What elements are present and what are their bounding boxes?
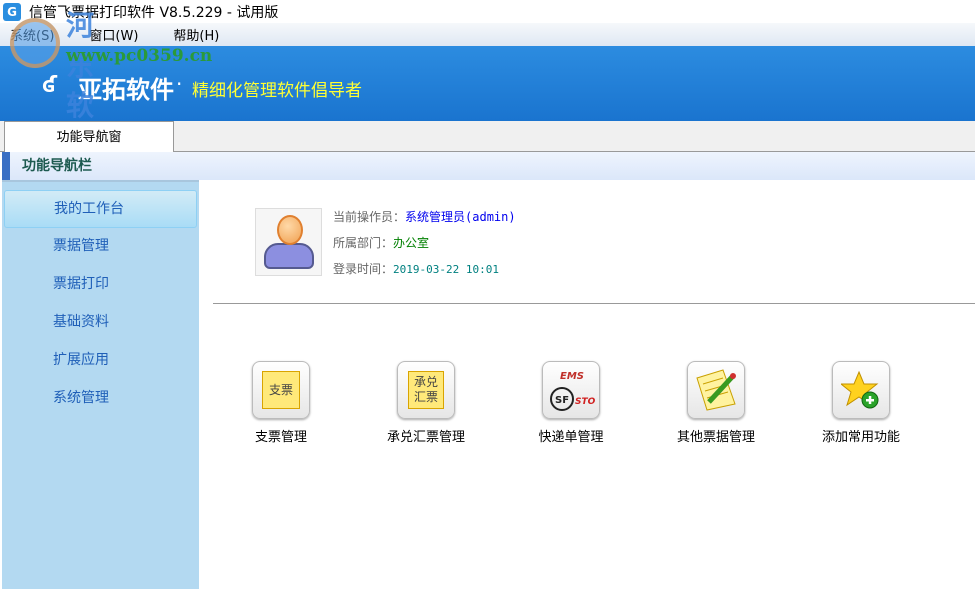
function-acceptance-bill[interactable]: 承兑汇票 承兑汇票管理 (366, 361, 486, 445)
operator-row: 当前操作员：系统管理员(admin) (333, 208, 516, 225)
notepad-pencil-icon[interactable] (687, 361, 745, 419)
operator-value: 系统管理员(admin) (405, 210, 516, 224)
function-cheque[interactable]: 支票 支票管理 (221, 361, 341, 445)
function-label: 支票管理 (254, 430, 307, 445)
dept-row: 所属部门：办公室 (333, 234, 429, 251)
function-add-common[interactable]: 添加常用功能 (801, 361, 921, 445)
menu-window[interactable]: 窗口(W) (89, 25, 138, 44)
brand-logo-icon: ʛ (42, 73, 58, 98)
tab-strip: 功能导航窗 (0, 121, 975, 153)
dept-label: 所属部门： (333, 236, 394, 250)
nav-header: 功能导航栏 (2, 152, 975, 180)
login-row: 登录时间：2019-03-22 10:01 (333, 260, 499, 277)
app-icon: G (3, 2, 21, 21)
sidebar: 我的工作台 票据管理 票据打印 基础资料 扩展应用 系统管理 (2, 180, 199, 589)
avatar (255, 208, 322, 276)
separator-dot: · (176, 72, 183, 96)
svg-text:EMS: EMS (560, 371, 584, 382)
acceptance-bill-icon-text: 承兑汇票 (408, 371, 444, 409)
dept-value: 办公室 (393, 236, 430, 250)
sidebar-item-workbench[interactable]: 我的工作台 (4, 190, 197, 228)
menu-system[interactable]: 系统(S) (10, 25, 54, 44)
menu-bar: 系统(S) 窗口(W) 帮助(H) (0, 23, 975, 46)
express-icon[interactable]: EMS SF STO (542, 361, 600, 419)
function-express[interactable]: EMS SF STO 快递单管理 (511, 361, 631, 445)
login-value: 2019-03-22 10:01 (393, 263, 499, 276)
sidebar-item-extensions[interactable]: 扩展应用 (4, 342, 197, 380)
function-label: 承兑汇票管理 (386, 430, 465, 445)
function-label: 添加常用功能 (821, 430, 900, 445)
function-label: 快递单管理 (538, 430, 604, 445)
login-label: 登录时间： (333, 262, 394, 276)
banner: ʛ 亚拓软件 · 精细化管理软件倡导者 (0, 46, 975, 121)
window-title: 信管飞票据打印软件 V8.5.229 - 试用版 (29, 4, 279, 21)
function-other-bills[interactable]: 其他票据管理 (656, 361, 776, 445)
divider (213, 303, 975, 304)
cheque-icon[interactable]: 支票 (252, 361, 310, 419)
operator-label: 当前操作员： (333, 210, 406, 224)
sidebar-item-bill-printing[interactable]: 票据打印 (4, 266, 197, 304)
star-add-icon[interactable] (832, 361, 890, 419)
title-bar: G 信管飞票据打印软件 V8.5.229 - 试用版 (0, 0, 975, 23)
sidebar-item-system-management[interactable]: 系统管理 (4, 380, 197, 418)
cheque-icon-text: 支票 (262, 371, 300, 409)
acceptance-bill-icon[interactable]: 承兑汇票 (397, 361, 455, 419)
brand-name: 亚拓软件 (78, 76, 174, 104)
slogan: 精细化管理软件倡导者 (192, 81, 362, 101)
sidebar-item-bill-management[interactable]: 票据管理 (4, 228, 197, 266)
function-label: 其他票据管理 (676, 430, 755, 445)
svg-text:STO: STO (575, 397, 596, 407)
menu-help[interactable]: 帮助(H) (173, 25, 219, 44)
svg-text:SF: SF (555, 395, 569, 406)
tab-navigation-window[interactable]: 功能导航窗 (4, 121, 174, 153)
sidebar-item-basic-data[interactable]: 基础资料 (4, 304, 197, 342)
